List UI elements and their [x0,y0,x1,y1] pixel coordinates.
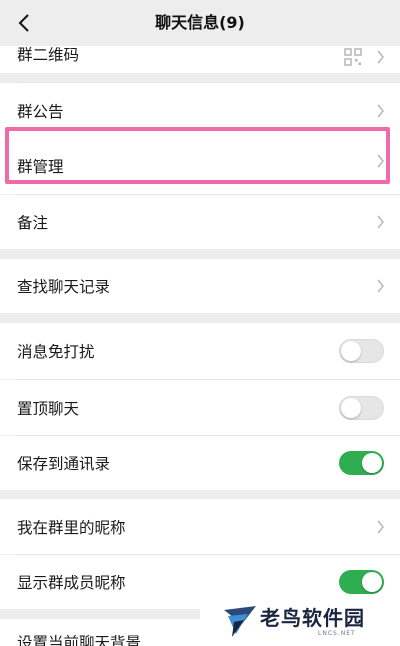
row-label: 显示群成员昵称 [17,574,126,592]
show-nicknames-toggle[interactable] [339,570,384,594]
row-pin-chat[interactable]: 置顶聊天 [0,380,400,435]
row-label: 备注 [17,214,49,232]
row-mute[interactable]: 消息免打扰 [0,323,400,379]
row-label: 消息免打扰 [17,343,95,361]
chevron-right-icon [377,49,385,64]
mute-toggle[interactable] [339,339,384,363]
watermark: 老鸟软件园 LNCS.NET [200,596,400,646]
row-label: 置顶聊天 [17,399,80,418]
chevron-right-icon [377,279,385,293]
row-qr-code[interactable]: 群二维码 [0,46,400,73]
toggle-knob [341,341,361,361]
watermark-subtitle: LNCS.NET [318,630,356,637]
row-label: 群二维码 [17,46,80,64]
pin-toggle[interactable] [339,395,384,420]
toggle-knob [362,453,382,473]
bird-logo-icon [224,606,256,637]
row-save-contacts[interactable]: 保存到通讯录 [0,436,400,490]
chevron-right-icon [377,215,385,229]
chevron-right-icon [377,103,385,118]
toggle-knob [341,397,361,418]
row-my-nickname[interactable]: 我在群里的昵称 [0,499,400,554]
row-search-history[interactable]: 查找聊天记录 [0,259,400,313]
watermark-title: 老鸟软件园 [260,606,365,630]
row-label: 保存到通讯录 [17,455,111,473]
row-remark[interactable]: 备注 [0,195,400,249]
row-label: 我在群里的昵称 [17,518,126,537]
row-label: 查找聊天记录 [17,278,111,296]
highlight-box [5,127,390,184]
qr-code-icon [344,47,362,66]
page-title: 聊天信息(9) [155,13,245,32]
chevron-right-icon [377,519,385,534]
row-label: 设置当前聊天背景 [17,634,142,646]
top-bar: 聊天信息(9) [0,0,400,46]
toggle-knob [362,572,382,592]
save-contacts-toggle[interactable] [339,451,384,475]
